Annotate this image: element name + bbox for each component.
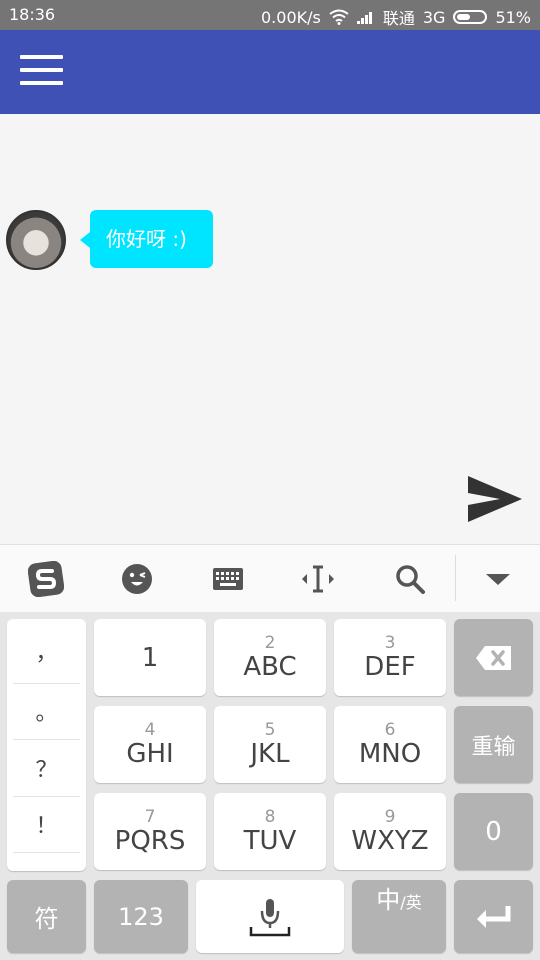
- key-abc-label: ABC: [243, 651, 297, 682]
- key-pqrs[interactable]: 7 PQRS: [94, 793, 206, 870]
- key-mno-num: 6: [384, 719, 396, 740]
- key-1[interactable]: 1: [94, 619, 206, 696]
- key-tuv-label: TUV: [243, 825, 297, 856]
- key-abc[interactable]: 2 ABC: [214, 619, 326, 696]
- key-ghi-label: GHI: [126, 738, 174, 769]
- key-wxyz[interactable]: 9 WXYZ: [334, 793, 446, 870]
- reset-key-label: 重输: [471, 734, 516, 760]
- keyboard: ， 。 ？ ！ 1 2 ABC 3 DEF 4 GHI 5 JKL 6 MNO …: [0, 612, 540, 960]
- key-tuv-num: 8: [264, 806, 276, 827]
- battery-icon: [453, 10, 488, 24]
- key-wxyz-label: WXYZ: [351, 825, 429, 856]
- key-zero-label: 0: [485, 816, 502, 847]
- key-mno-label: MNO: [358, 738, 422, 769]
- language-switch-key[interactable]: 中 /英: [352, 880, 446, 953]
- message-bubble[interactable]: 你好呀 :): [80, 210, 213, 268]
- carrier-label: 联通: [382, 9, 415, 28]
- key-def-label: DEF: [364, 651, 416, 682]
- punct-divider: [13, 852, 80, 853]
- reset-key[interactable]: 重输: [454, 706, 533, 783]
- punct-period-key[interactable]: 。: [13, 683, 80, 739]
- symbol-key[interactable]: 符: [7, 880, 86, 953]
- key-wxyz-num: 9: [384, 806, 396, 827]
- key-tuv[interactable]: 8 TUV: [214, 793, 326, 870]
- collapse-keyboard-icon[interactable]: [480, 561, 516, 597]
- emoji-icon[interactable]: [119, 561, 155, 597]
- punct-comma-key[interactable]: ，: [13, 623, 80, 679]
- key-zero[interactable]: 0: [454, 793, 533, 870]
- search-icon[interactable]: [392, 561, 428, 597]
- punctuation-column: ， 。 ？ ！: [7, 619, 86, 871]
- send-icon[interactable]: [466, 474, 524, 524]
- key-1-label: 1: [141, 642, 159, 673]
- chat-area: 你好呀 :): [0, 114, 540, 544]
- toolbar-divider: [455, 555, 456, 601]
- key-jkl-num: 5: [264, 719, 276, 740]
- wifi-icon: [329, 9, 349, 25]
- signal-icon: [356, 10, 375, 24]
- enter-icon: [475, 904, 513, 930]
- key-ghi-num: 4: [144, 719, 156, 740]
- key-pqrs-num: 7: [144, 806, 156, 827]
- space-voice-key[interactable]: [196, 880, 344, 953]
- status-bar: 18:36 0.00K/s 联通 3G 51%: [0, 0, 540, 30]
- key-def-num: 3: [384, 632, 396, 653]
- hamburger-menu-icon[interactable]: [20, 55, 64, 89]
- cursor-move-icon[interactable]: [300, 561, 336, 597]
- battery-fill: [457, 14, 471, 20]
- microphone-icon: [248, 895, 292, 939]
- keyboard-icon[interactable]: [210, 561, 246, 597]
- avatar[interactable]: [6, 210, 66, 270]
- status-time: 18:36: [9, 5, 56, 24]
- number-mode-label: 123: [118, 902, 164, 931]
- enter-key[interactable]: [454, 880, 533, 953]
- key-pqrs-label: PQRS: [114, 825, 186, 856]
- backspace-key[interactable]: [454, 619, 533, 696]
- battery-percent: 51%: [495, 7, 531, 27]
- number-mode-key[interactable]: 123: [94, 880, 188, 953]
- keyboard-toolbar: [0, 544, 540, 612]
- backspace-icon: [475, 645, 513, 671]
- network-speed: 0.00K/s: [261, 7, 321, 27]
- lang-sub-label: /英: [400, 893, 422, 912]
- network-type-label: 3G: [422, 7, 446, 27]
- app-bar: [0, 30, 540, 114]
- key-def[interactable]: 3 DEF: [334, 619, 446, 696]
- symbol-key-label: 符: [34, 905, 59, 933]
- key-mno[interactable]: 6 MNO: [334, 706, 446, 783]
- key-jkl[interactable]: 5 JKL: [214, 706, 326, 783]
- key-ghi[interactable]: 4 GHI: [94, 706, 206, 783]
- key-jkl-label: JKL: [250, 738, 290, 769]
- punct-exclaim-key[interactable]: ！: [13, 796, 80, 852]
- status-right-group: 0.00K/s 联通 3G 51%: [261, 5, 531, 29]
- sogou-logo-icon[interactable]: [28, 561, 64, 597]
- lang-main-label: 中: [376, 886, 401, 914]
- key-abc-num: 2: [264, 632, 276, 653]
- punct-question-key[interactable]: ？: [13, 740, 80, 796]
